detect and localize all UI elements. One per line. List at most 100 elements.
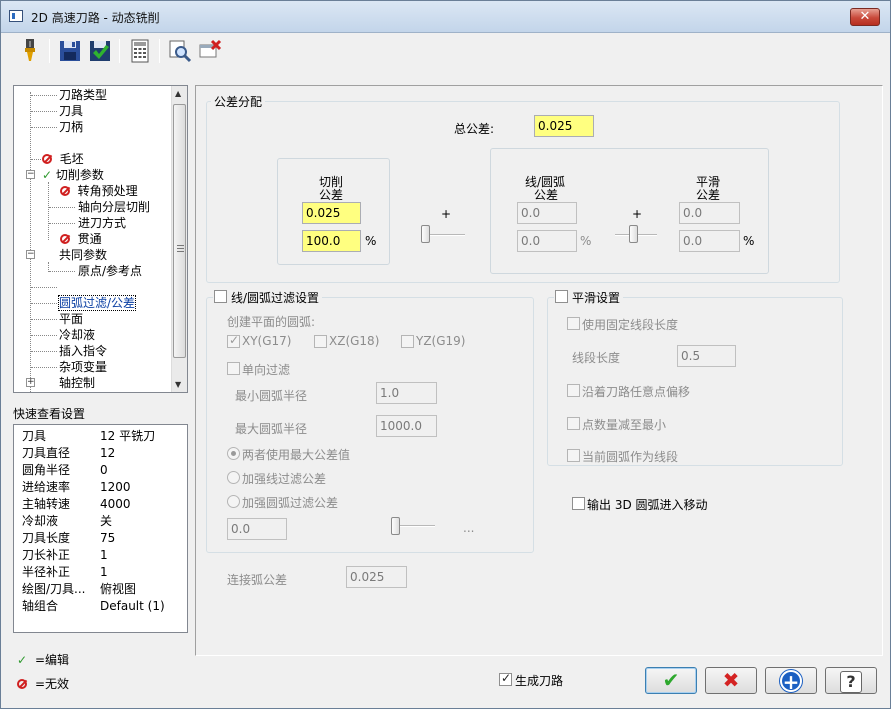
percent-label: %: [580, 234, 592, 248]
one-way-checkbox[interactable]: [227, 362, 240, 375]
tree-item-depth-cuts[interactable]: 轴向分层切削: [78, 199, 150, 215]
calculator-icon[interactable]: [127, 37, 153, 65]
arc-filter-label: 加强圆弧过滤公差: [242, 496, 339, 510]
max-radius-label: 最大圆弧半径: [235, 422, 308, 436]
cancel-button[interactable]: ✖: [705, 667, 757, 694]
smooth-label-2: 公差: [696, 188, 721, 202]
expand-icon[interactable]: +: [26, 378, 35, 387]
tree-item-linking-params[interactable]: 共同参数: [59, 247, 107, 263]
output-3d-arc-checkbox[interactable]: [572, 497, 585, 510]
fixed-length-label: 使用固定线段长度: [582, 318, 679, 332]
collapse-icon[interactable]: −: [26, 170, 35, 179]
check-icon: ✓: [42, 168, 53, 182]
scroll-down-icon[interactable]: ▼: [175, 380, 181, 389]
min-points-checkbox[interactable]: [567, 417, 580, 430]
add-button[interactable]: +: [765, 667, 817, 694]
app-icon: [9, 10, 23, 22]
list-item: 半径补正 1: [22, 565, 108, 579]
preview-icon[interactable]: [167, 37, 193, 65]
cut-label-2: 公差: [319, 188, 344, 202]
filter-ratio-input[interactable]: 0.0: [227, 518, 287, 540]
help-icon: ?: [840, 671, 862, 693]
cut-tolerance-percent-input[interactable]: 100.0: [302, 230, 361, 252]
list-item: 刀具直径 12: [22, 446, 116, 460]
tree-item-misc-values[interactable]: 杂项变量: [59, 359, 107, 375]
line-arc-tolerance-input[interactable]: 0.0: [517, 202, 577, 224]
line-smooth-slider[interactable]: [629, 225, 638, 243]
xz-checkbox[interactable]: [314, 335, 327, 348]
join-arc-input[interactable]: 0.025: [346, 566, 407, 588]
line-arc-label-2: 公差: [534, 188, 559, 202]
total-tolerance-label: 总公差:: [454, 122, 495, 136]
tree-item-corner-preprocess[interactable]: 转角预处理: [60, 183, 138, 199]
min-points-label: 点数量减至最小: [582, 418, 667, 432]
xy-checkbox[interactable]: [227, 333, 240, 348]
min-radius-input[interactable]: 1.0: [376, 382, 437, 404]
tree-item-tool[interactable]: 刀具: [59, 103, 83, 119]
tree-item-planes[interactable]: 平面: [59, 311, 83, 327]
filter-ratio-slider[interactable]: [391, 517, 400, 535]
save-green-icon[interactable]: [87, 37, 113, 65]
tree-item-home-ref[interactable]: 原点/参考点: [78, 263, 142, 279]
window-title: 2D 高速刀路 - 动态铣削: [31, 11, 160, 25]
delete-icon[interactable]: [197, 37, 223, 65]
tree-item-axis-control[interactable]: 轴控制: [59, 375, 95, 391]
smooth-tolerance-input[interactable]: 0.0: [679, 202, 740, 224]
generate-toolpath-checkbox[interactable]: [499, 671, 512, 686]
save-icon[interactable]: [57, 37, 83, 65]
tree-scrollbar[interactable]: ▲ ▼: [171, 86, 187, 392]
list-item: 刀具长度 75: [22, 531, 116, 545]
tree-item-coolant[interactable]: 冷却液: [59, 327, 95, 343]
arc-filter-radio[interactable]: [227, 495, 240, 508]
scroll-thumb[interactable]: [173, 104, 186, 358]
scroll-up-icon[interactable]: ▲: [175, 89, 181, 98]
cut-line-slider[interactable]: [421, 225, 430, 243]
tree-item-holder[interactable]: 刀柄: [59, 119, 83, 135]
list-item: 主轴转速 4000: [22, 497, 131, 511]
arc-as-line-checkbox[interactable]: [567, 449, 580, 462]
yz-checkbox[interactable]: [401, 335, 414, 348]
invalid-icon: [60, 234, 70, 244]
total-tolerance-input[interactable]: 0.025: [534, 115, 594, 137]
dialog-window: 2D 高速刀路 - 动态铣削 ✕ 刀路类型 刀具 刀柄 毛坯 − ✓ 切削参数 …: [0, 0, 891, 709]
ellipsis-label: ...: [463, 521, 475, 535]
quick-view-label: 快速查看设置: [13, 407, 86, 421]
tool-icon[interactable]: [17, 37, 43, 65]
check-icon: ✓: [17, 653, 28, 667]
line-arc-filter-checkbox[interactable]: [214, 290, 227, 303]
tree-item-arc-filter[interactable]: 圆弧过滤/公差: [57, 295, 137, 311]
both-max-radio[interactable]: [227, 447, 240, 460]
fixed-length-checkbox[interactable]: [567, 317, 580, 330]
xz-label: XZ(G18): [329, 334, 380, 348]
list-item: 刀长补正 1: [22, 548, 108, 562]
quick-view-list: 刀具 12 平铣刀 刀具直径 12 圆角半径 0 进给速率 1200 主轴转速 4000 …: [13, 424, 188, 633]
list-item: 绘图/刀具... 俯视图: [22, 582, 137, 596]
offset-any-label: 沿着刀路任意点偏移: [582, 385, 691, 399]
plus-label: +: [441, 207, 452, 221]
tree-item-cut-params[interactable]: ✓ 切削参数: [42, 167, 104, 183]
list-item: 圆角半径 0: [22, 463, 108, 477]
output-3d-arc-label: 输出 3D 圆弧进入移动: [587, 498, 708, 512]
tree-item-entry-motion[interactable]: 进刀方式: [78, 215, 126, 231]
smoothing-checkbox[interactable]: [555, 290, 568, 303]
one-way-label: 单向过滤: [242, 363, 291, 377]
collapse-icon[interactable]: −: [26, 250, 35, 259]
tree-item-break-through[interactable]: 贯通: [60, 231, 102, 247]
segment-length-input[interactable]: 0.5: [677, 345, 736, 367]
line-filter-radio[interactable]: [227, 471, 240, 484]
ok-button[interactable]: ✔: [645, 667, 697, 694]
max-radius-input[interactable]: 1000.0: [376, 415, 437, 437]
list-item: 冷却液关: [22, 514, 113, 528]
offset-any-checkbox[interactable]: [567, 384, 580, 397]
tree-item-stock[interactable]: 毛坯: [42, 151, 84, 167]
legend-invalid: =无效: [17, 675, 69, 692]
tree-item-canned-text[interactable]: 插入指令: [59, 343, 107, 359]
line-arc-percent-input[interactable]: 0.0: [517, 230, 577, 252]
close-button[interactable]: ✕: [850, 8, 880, 26]
invalid-icon: [60, 186, 70, 196]
smooth-percent-input[interactable]: 0.0: [679, 230, 740, 252]
tree-item-toolpath-type[interactable]: 刀路类型: [59, 87, 107, 103]
cut-tolerance-input[interactable]: 0.025: [302, 202, 361, 224]
title-bar: 2D 高速刀路 - 动态铣削 ✕: [1, 1, 890, 33]
help-button[interactable]: ?: [825, 667, 877, 694]
